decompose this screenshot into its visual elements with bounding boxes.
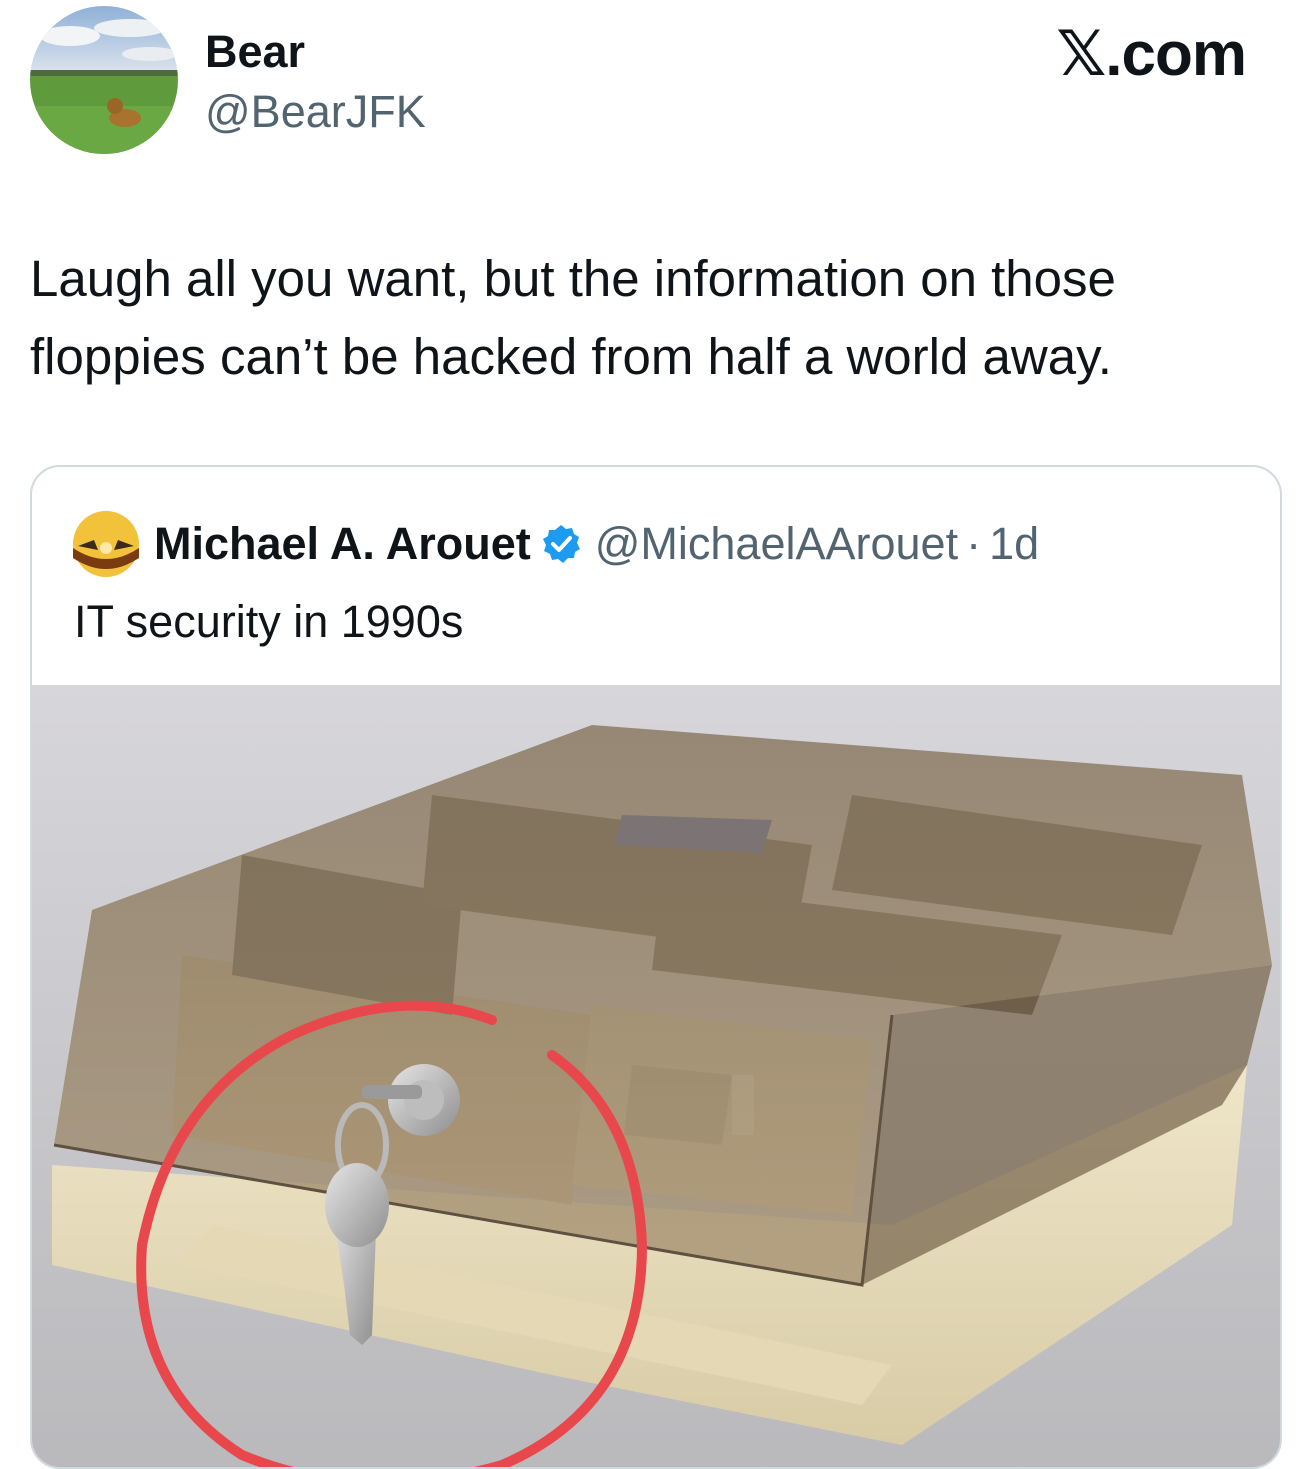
- profile-photo-icon: [30, 6, 178, 154]
- x-logo: 𝕏.com: [1056, 20, 1247, 89]
- quote-header: Michael A. Arouet @MichaelAArouet · 1d: [72, 511, 1039, 577]
- author-name[interactable]: Bear: [205, 26, 305, 78]
- verified-badge-icon: [542, 525, 580, 563]
- quote-author-handle[interactable]: @MichaelAArouet: [595, 518, 958, 570]
- author-avatar[interactable]: [30, 6, 178, 154]
- quote-tweet-card[interactable]: Michael A. Arouet @MichaelAArouet · 1d I…: [30, 465, 1282, 1469]
- quote-author-avatar[interactable]: [72, 510, 140, 578]
- quote-author-name[interactable]: Michael A. Arouet: [154, 518, 531, 570]
- quote-media-image[interactable]: [32, 685, 1280, 1467]
- quote-text: IT security in 1990s: [74, 596, 464, 647]
- author-handle[interactable]: @BearJFK: [205, 86, 426, 138]
- separator-dot: ·: [966, 518, 982, 569]
- tweet-text: Laugh all you want, but the information …: [30, 250, 1116, 385]
- locked-disk-box-photo-icon: [32, 685, 1280, 1467]
- quote-timestamp[interactable]: 1d: [989, 518, 1039, 570]
